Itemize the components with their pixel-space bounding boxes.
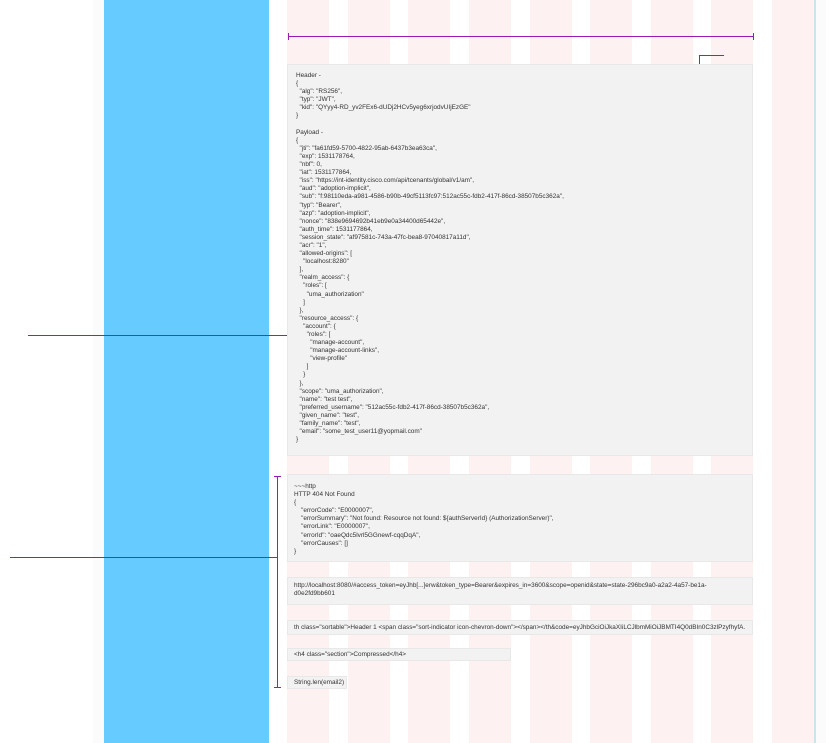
guide-tick [288,33,289,40]
code-line: "azp": "adoption-implicit", [296,209,371,217]
code-line: }, [296,379,304,387]
code-line: "name": "test test", [296,395,353,403]
code-line: "kid": "QYyy4-RD_yv2FEx6-dUDj2HCv5yeg6xr… [296,104,471,112]
corner-guide-horizontal [699,55,724,56]
code-line: "iat": 1531177864, [296,169,352,177]
pointer-guide-line [28,335,296,336]
code-line: ~~~http [294,483,316,490]
code-line: ], [296,266,304,274]
code-line: Payload - [296,128,323,136]
jwt-code-block: Header -{ "alg": "RS256", "typ": "JWT", … [287,64,753,456]
code-line: "roles": [ [296,331,331,338]
code-line: "auth_time": 1531177864, [296,225,373,233]
code-line: "jti": "fa61fd59-5700-4822-95ab-6437b3ea… [296,144,437,152]
right-gutter [772,0,814,743]
code-line: "iss": "https://int-identity.cisco.com/a… [296,177,475,185]
code-line: "resource_access": { [296,314,359,322]
code-line: HTTP 404 Not Found [294,491,355,499]
code-line: { [296,136,299,144]
code-line: "email": "some_test_user11@yopmail.com" [296,428,422,436]
code-line: "manage-account", [296,339,365,347]
code-line: "localhost:8280" [296,258,349,266]
code-line: ] [296,298,305,306]
code-line: } [294,547,297,555]
h4-snippet-code-block: <h4 class="section">Compressed</h4> [287,648,511,661]
guide-tick [753,33,754,40]
code-line: "family_name": "test", [296,420,361,428]
code-line: "typ": "Bearer", [296,201,342,209]
code-line: Header - [296,72,321,79]
code-line: "acr": "1", [296,241,327,249]
code-line: "realm_access": { [296,274,350,282]
code-line: "account": { [296,322,336,330]
code-line: "errorLink": "E0000007", [294,523,370,531]
code-line: "errorSummary": "Not found: Resource not… [294,515,554,523]
code-line: "view-profile" [296,355,348,363]
code-line: "sub": "f:98110eda-a981-4586-b90b-49cf51… [296,193,564,201]
code-line: "errorId": "oaeQdc5lvrl5GGnewf-cqqDqA", [294,531,421,539]
code-line: "session_state": "af97581c-743a-47fc-bea… [296,233,471,241]
code-line: } [296,371,306,379]
th-snippet-code-block: th class="sortable">Header 1 <span class… [287,620,753,635]
sidebar-column [104,0,269,743]
code-line: }, [296,306,304,314]
code-line: "exp": 1531178764, [296,152,355,160]
code-line: "manage-account-links", [296,347,380,355]
bracket-tick [274,476,281,477]
string-len-code-block: String.len(email2) [287,676,347,689]
code-line: "errorCauses": [] [294,539,348,547]
code-line: } [296,112,299,120]
code-line: "nbf": 0, [296,161,322,169]
bracket-tick [274,687,281,688]
code-line: "alg": "RS256", [296,88,343,96]
code-line: "uma_authorization" [296,290,364,298]
http-error-code-block: ~~~http HTTP 404 Not Found{ "errorCode": … [287,474,753,562]
code-line: "given_name": "test", [296,411,360,419]
code-line: "typ": "JWT", [296,96,336,104]
code-line: "aud": "adoption-implicit", [296,185,371,193]
code-line: "errorCode": "E0000007", [294,507,374,515]
url-code-block: http://localhost:8080/#access_token=eyJh… [287,577,753,605]
code-line: "roles": [ [296,282,327,290]
width-guide-line [288,36,754,37]
code-line: "nonce": "838e9694692b41eb9e0a34400d6544… [296,217,446,225]
pointer-guide-line [10,557,277,558]
code-line: "allowed-origins": [ [296,250,353,258]
scrollbar-track[interactable] [814,0,816,743]
code-line: { [296,80,299,88]
code-line: ] [296,363,309,371]
vertical-bracket-line [277,476,278,688]
code-line: "preferred_username": "512ac55c-fdb2-417… [296,403,490,411]
code-line: } [296,436,299,444]
code-line: { [294,499,297,507]
code-line: "scope": "uma_authorization", [296,387,384,395]
